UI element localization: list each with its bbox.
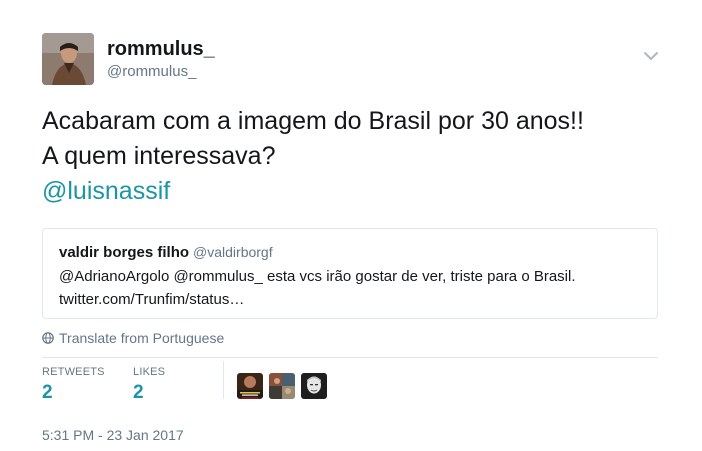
quoted-author-handle: @valdirborgf (193, 244, 273, 260)
retweets-count[interactable]: 2 (42, 382, 53, 404)
divider (42, 357, 658, 358)
mention-link[interactable]: @luisnassif (42, 177, 170, 205)
author-display-name[interactable]: rommulus_ (107, 38, 215, 61)
stats-divider (223, 361, 224, 399)
translate-label[interactable]: Translate from Portuguese (59, 330, 224, 346)
liker-avatar[interactable] (237, 373, 263, 399)
liker-avatar[interactable] (269, 373, 295, 399)
quoted-author-name: valdir borges filho (59, 244, 190, 261)
author-avatar[interactable] (42, 33, 94, 85)
quoted-tweet-header: valdir borges filho @valdirborgf (59, 244, 273, 261)
translate-link[interactable]: Translate from Portuguese (42, 330, 224, 346)
avatar-image (42, 33, 94, 85)
author-handle[interactable]: @rommulus_ (107, 63, 196, 80)
likes-count[interactable]: 2 (133, 382, 144, 404)
tweet-text-line: Acabaram com a imagem do Brasil por 30 a… (42, 107, 584, 135)
quoted-tweet[interactable]: valdir borges filho @valdirborgf @Adriano… (42, 228, 658, 319)
quoted-tweet-text: @AdrianoArgolo @rommulus_ esta vcs irão … (59, 268, 576, 285)
tweet-timestamp[interactable]: 5:31 PM - 23 Jan 2017 (42, 427, 184, 443)
likes-label[interactable]: LIKES (133, 366, 165, 378)
globe-icon (42, 332, 54, 344)
tweet-text-line: A quem interessava? (42, 142, 276, 170)
chevron-down-icon[interactable] (642, 49, 660, 63)
quoted-tweet-link[interactable]: twitter.com/Trunfim/status… (59, 291, 244, 308)
tweet-text: Acabaram com a imagem do Brasil por 30 a… (42, 104, 672, 209)
liker-avatar[interactable] (301, 373, 327, 399)
retweets-label[interactable]: RETWEETS (42, 366, 105, 378)
